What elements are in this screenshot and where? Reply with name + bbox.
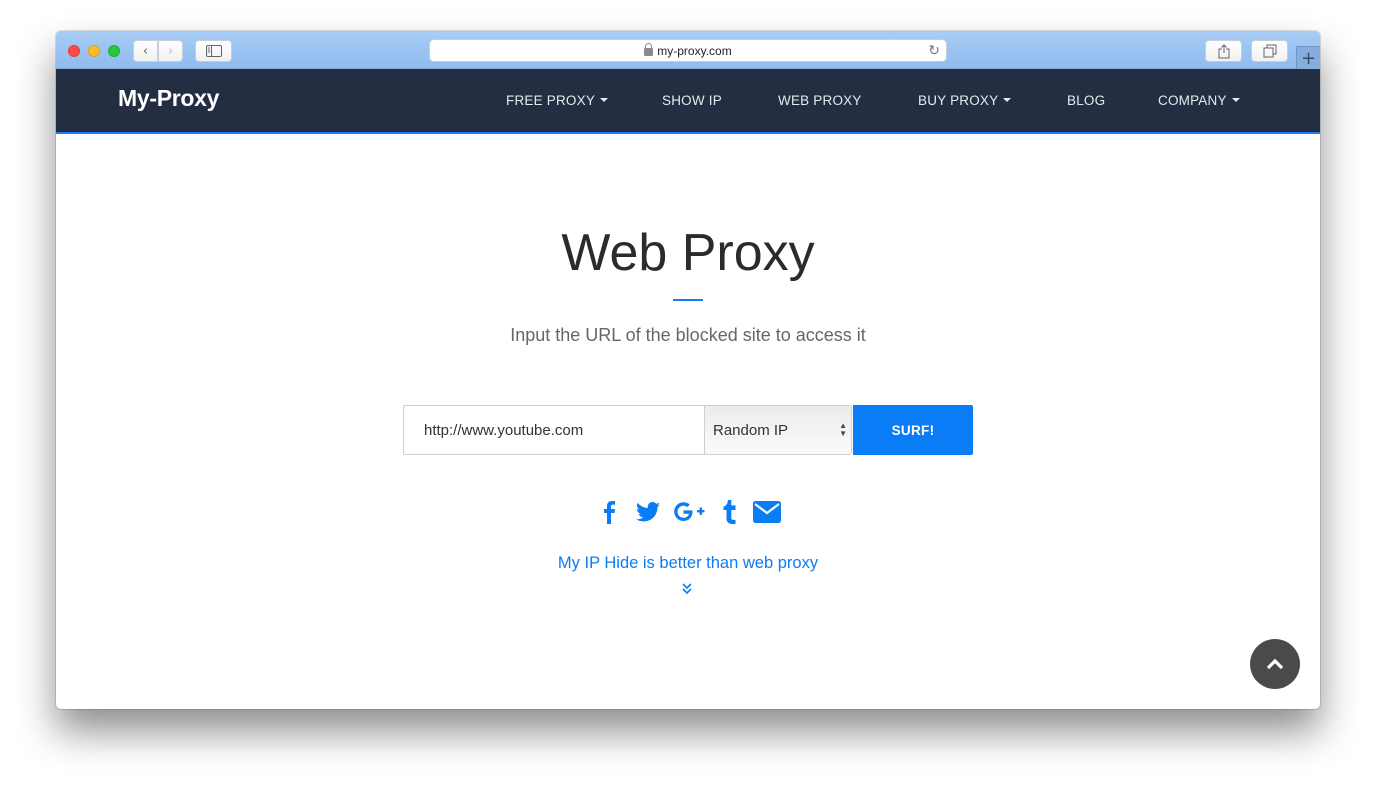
email-icon[interactable] [750, 497, 784, 527]
browser-toolbar: ‹ › my-proxy.com ↻ + [56, 31, 1320, 69]
nav-buy-proxy[interactable]: BUY PROXY [918, 93, 1012, 108]
back-button[interactable]: ‹ [133, 40, 158, 62]
nav-show-ip[interactable]: SHOW IP [662, 93, 722, 108]
nav-free-proxy[interactable]: FREE PROXY [506, 93, 609, 108]
nav-web-proxy[interactable]: WEB PROXY [778, 93, 862, 108]
address-text: my-proxy.com [657, 43, 732, 58]
scroll-to-top-button[interactable] [1250, 639, 1300, 689]
browser-window: ‹ › my-proxy.com ↻ + My-Proxy FREE PROXY… [56, 31, 1320, 709]
nav-free-proxy-label: FREE PROXY [506, 93, 596, 108]
facebook-icon[interactable] [592, 497, 626, 527]
close-window-button[interactable] [68, 45, 80, 57]
nav-web-proxy-label: WEB PROXY [778, 93, 862, 108]
twitter-icon[interactable] [626, 497, 670, 527]
sidebar-toggle-button[interactable] [195, 40, 232, 62]
caret-down-icon [600, 98, 609, 103]
plus-icon: + [1300, 47, 1317, 69]
caret-down-icon [1003, 98, 1012, 103]
title-divider [673, 299, 703, 301]
double-chevron-down-icon[interactable] [682, 583, 692, 595]
social-share-bar [56, 497, 1320, 527]
share-icon [1218, 43, 1229, 58]
sidebar-icon [205, 45, 222, 57]
nav-company-label: COMPANY [1158, 93, 1227, 108]
ip-select[interactable]: Random IP ▲ ▼ [704, 405, 852, 455]
ip-select-value: Random IP [713, 421, 789, 439]
nav-buy-proxy-label: BUY PROXY [918, 93, 999, 108]
url-input[interactable] [403, 405, 705, 455]
page-title: Web Proxy [561, 224, 815, 282]
nav-show-ip-label: SHOW IP [662, 93, 722, 108]
minimize-window-button[interactable] [88, 45, 100, 57]
tabs-icon [1263, 44, 1276, 58]
new-tab-button[interactable]: + [1296, 46, 1320, 69]
chevron-left-icon: ‹ [142, 43, 149, 59]
forward-button[interactable]: › [158, 40, 183, 62]
page-subtitle: Input the URL of the blocked site to acc… [510, 325, 866, 345]
chevron-right-icon: › [167, 43, 174, 59]
share-button[interactable] [1205, 40, 1242, 62]
caret-down-icon [1231, 98, 1240, 103]
address-bar[interactable]: my-proxy.com ↻ [429, 39, 947, 62]
nav-blog-label: BLOG [1067, 93, 1106, 108]
lock-icon [644, 42, 654, 56]
reload-icon[interactable]: ↻ [928, 42, 940, 59]
tumblr-icon[interactable] [710, 497, 750, 527]
site-navbar: My-Proxy FREE PROXY SHOW IP WEB PROXY BU… [56, 69, 1320, 134]
my-ip-hide-link[interactable]: My IP Hide is better than web proxy [56, 554, 1320, 573]
maximize-window-button[interactable] [108, 45, 120, 57]
chevron-up-icon [1266, 658, 1284, 670]
select-arrows-icon: ▲ ▼ [839, 421, 847, 438]
surf-button[interactable]: SURF! [853, 405, 973, 455]
nav-company[interactable]: COMPANY [1158, 93, 1240, 108]
brand-logo[interactable]: My-Proxy [118, 85, 219, 112]
nav-blog[interactable]: BLOG [1067, 93, 1105, 108]
show-tabs-button[interactable] [1251, 40, 1288, 62]
google-plus-icon[interactable] [670, 497, 710, 527]
